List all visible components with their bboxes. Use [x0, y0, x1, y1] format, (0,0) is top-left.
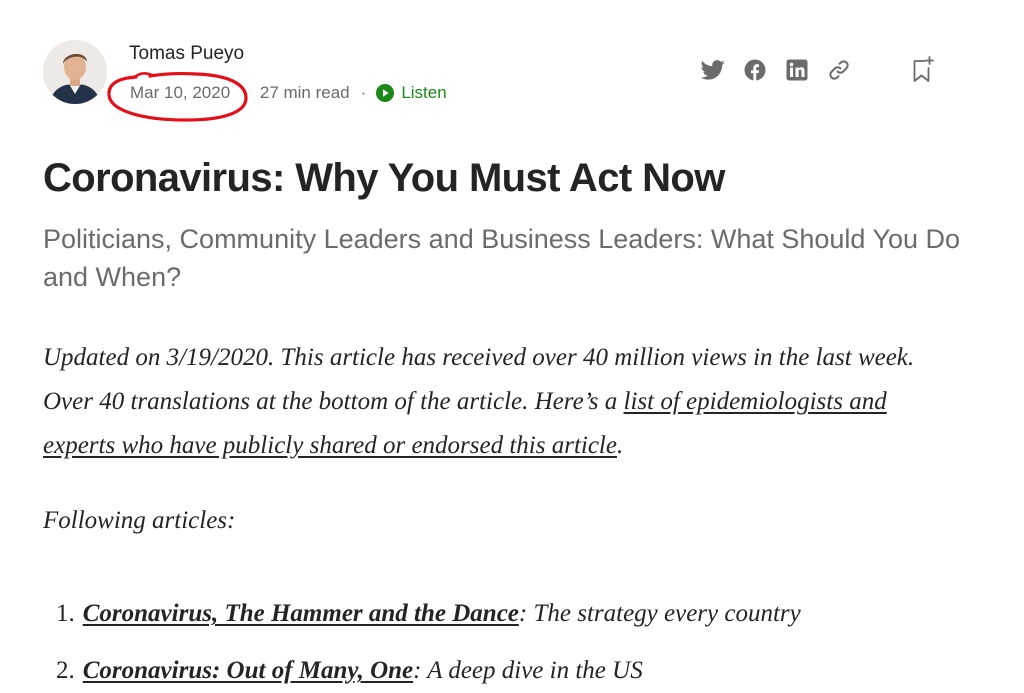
listen-label: Listen	[401, 83, 447, 102]
twitter-icon[interactable]	[700, 57, 726, 83]
read-time: 27 min read	[259, 83, 350, 102]
list-item-desc: : A deep dive in the US	[413, 657, 643, 684]
article-meta: Mar 10, 2020 · 27 min read · Listen	[129, 82, 447, 104]
list-number: 2.	[56, 657, 75, 684]
share-bar	[700, 57, 852, 83]
facebook-icon[interactable]	[742, 57, 768, 83]
list-item: 1. Coronavirus, The Hammer and the Dance:…	[56, 592, 801, 649]
publish-date: Mar 10, 2020	[130, 83, 231, 102]
author-avatar[interactable]	[43, 40, 107, 104]
linkedin-icon[interactable]	[784, 57, 810, 83]
article-subtitle: Politicians, Community Leaders and Busin…	[43, 224, 961, 292]
following-articles-list: 1. Coronavirus, The Hammer and the Dance:…	[56, 592, 801, 693]
hammer-and-dance-link[interactable]: Coronavirus, The Hammer and the Dance	[83, 600, 519, 627]
article-title: Coronavirus: Why You Must Act Now	[43, 156, 725, 200]
list-number: 1.	[56, 600, 75, 627]
list-item: 2. Coronavirus: Out of Many, One: A deep …	[56, 649, 801, 693]
author-name[interactable]: Tomas Pueyo	[129, 43, 244, 65]
following-articles-label: Following articles:	[43, 507, 236, 534]
bookmark-add-icon[interactable]	[908, 54, 936, 84]
meta-separator: ·	[243, 83, 249, 102]
link-icon[interactable]	[826, 57, 852, 83]
intro-paragraph: Updated on 3/19/2020. This article has r…	[43, 336, 963, 468]
list-item-desc: : The strategy every country	[518, 600, 801, 627]
play-icon	[376, 84, 395, 102]
out-of-many-one-link[interactable]: Coronavirus: Out of Many, One	[83, 657, 413, 684]
listen-button[interactable]: Listen	[376, 83, 447, 103]
meta-separator: ·	[360, 83, 367, 102]
intro-end: .	[616, 432, 624, 459]
